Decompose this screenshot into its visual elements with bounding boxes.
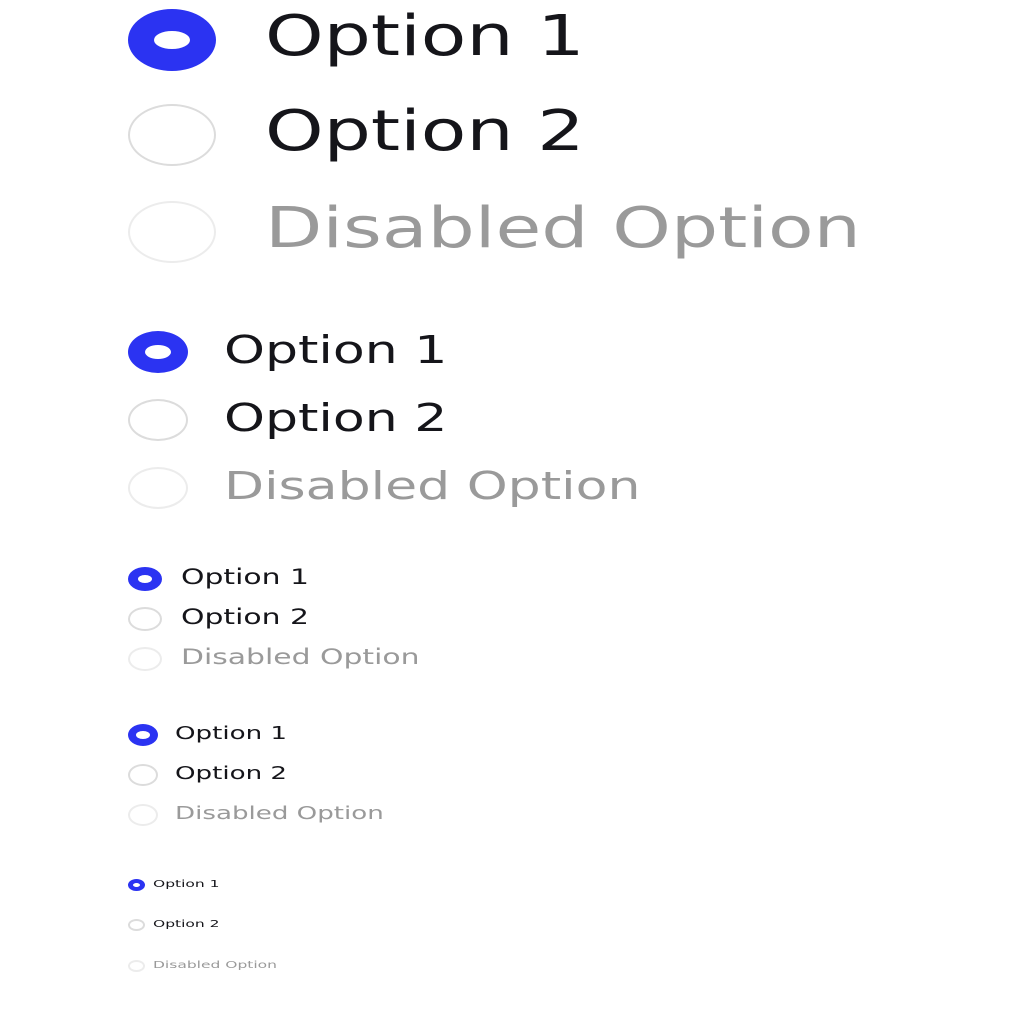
radio-unchecked-icon[interactable] [128,399,188,441]
radio-unchecked-icon [128,647,162,671]
radio-label: Disabled Option [265,196,861,262]
radio-checked-icon[interactable] [128,9,216,71]
radio-label: Option 1 [181,565,309,590]
radio-checked-icon[interactable] [128,879,145,891]
radio-unchecked-icon [128,804,158,826]
radio-checked-icon[interactable] [128,724,158,746]
radio-unchecked-icon [128,960,145,972]
radio-label: Disabled Option [153,959,277,971]
radio-label: Disabled Option [181,645,420,670]
radio-unchecked-icon[interactable] [128,919,145,931]
radio-label: Option 1 [153,878,220,890]
radio-label: Disabled Option [175,803,384,825]
radio-label: Option 2 [175,763,288,785]
radio-label: Option 2 [181,605,309,630]
radio-label: Option 1 [265,4,585,70]
radio-label: Option 2 [265,99,585,165]
radio-unchecked-icon [128,467,188,509]
radio-unchecked-icon[interactable] [128,764,158,786]
radio-label: Disabled Option [224,464,641,509]
radio-label: Option 2 [153,918,220,930]
radio-unchecked-icon [128,201,216,263]
radio-label: Option 2 [224,396,448,441]
radio-unchecked-icon[interactable] [128,104,216,166]
radio-unchecked-icon[interactable] [128,607,162,631]
radio-label: Option 1 [224,328,448,373]
radio-checked-icon[interactable] [128,331,188,373]
radio-checked-icon[interactable] [128,567,162,591]
radio-label: Option 1 [175,723,288,745]
